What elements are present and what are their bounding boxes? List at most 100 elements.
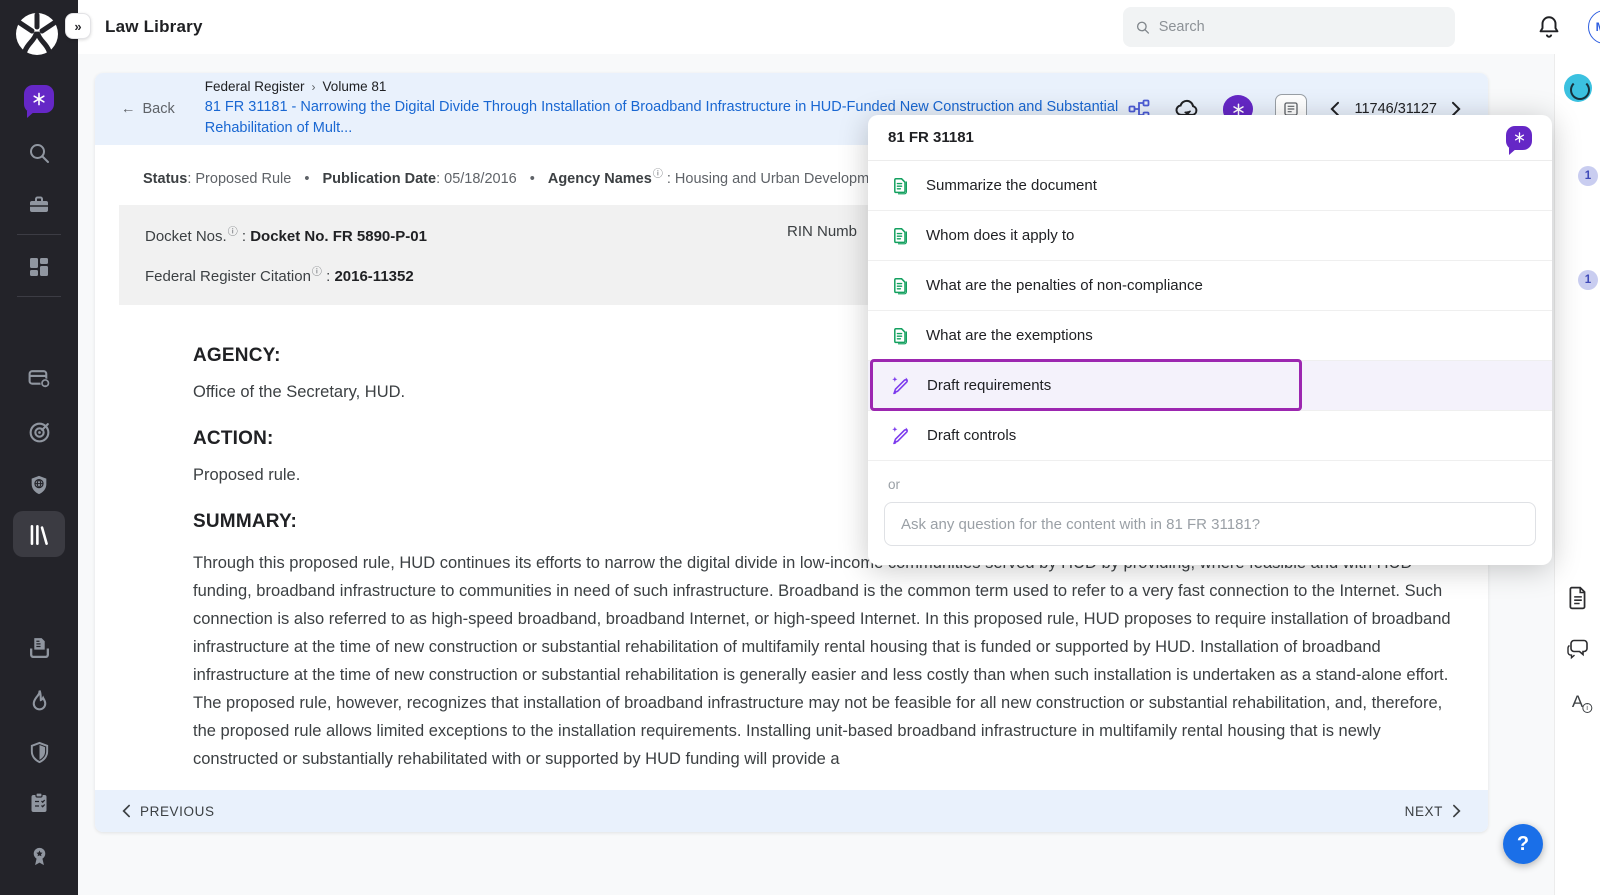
document-green-icon bbox=[890, 276, 910, 296]
breadcrumb: Federal Register › Volume 81 bbox=[205, 79, 1128, 94]
search-icon bbox=[27, 141, 51, 165]
target-icon bbox=[27, 420, 52, 445]
sidebar-item-subscriptions[interactable] bbox=[24, 363, 54, 393]
shield-globe-icon bbox=[28, 474, 50, 496]
previous-page-button[interactable]: PREVIOUS bbox=[121, 804, 215, 819]
flame-icon bbox=[27, 688, 52, 713]
chevron-right-icon bbox=[1452, 804, 1462, 818]
next-page-button[interactable]: NEXT bbox=[1405, 804, 1462, 819]
sidebar-divider bbox=[17, 234, 61, 235]
badge-ribbon-icon bbox=[28, 845, 51, 868]
status-label: Status bbox=[143, 171, 187, 187]
sidebar-expand-button[interactable]: » bbox=[65, 13, 91, 39]
info-icon[interactable]: ⓘ bbox=[653, 169, 663, 180]
document-green-icon bbox=[890, 176, 910, 196]
sidebar-item-certifications[interactable] bbox=[24, 841, 54, 871]
ai-prompt-popup: 81 FR 31181 Summarize the document Whom … bbox=[868, 115, 1552, 565]
prompt-label: Draft requirements bbox=[927, 377, 1051, 394]
sync-status-spinner-icon[interactable] bbox=[1564, 74, 1592, 102]
top-bar: Law Library MN bbox=[78, 0, 1600, 54]
search-input[interactable] bbox=[1159, 19, 1443, 35]
prompt-item-exemptions[interactable]: What are the exemptions bbox=[868, 311, 1552, 361]
back-button[interactable]: ← Back bbox=[121, 101, 175, 117]
document-green-icon bbox=[890, 326, 910, 346]
sidebar-item-goals[interactable] bbox=[24, 417, 54, 447]
agency-names-value: Housing and Urban Developmen bbox=[675, 171, 885, 187]
prompt-item-draft-requirements[interactable]: Draft requirements bbox=[868, 361, 1552, 411]
chevron-right-icon: › bbox=[312, 80, 316, 94]
sidebar-item-briefcase[interactable] bbox=[24, 190, 54, 220]
sidebar-item-ai-assistant[interactable] bbox=[24, 84, 54, 114]
ai-chat-bubble-icon bbox=[24, 85, 54, 113]
page-title: Law Library bbox=[105, 17, 203, 37]
docket-number-row: Docket Nos.ⓘ : Docket No. FR 5890-P-01 bbox=[145, 223, 427, 245]
back-arrow-icon: ← bbox=[121, 101, 136, 117]
sidebar-divider bbox=[17, 296, 61, 297]
document-pager-bar: PREVIOUS NEXT bbox=[95, 790, 1488, 832]
sidebar-item-law-library[interactable] bbox=[24, 520, 54, 550]
sidebar-item-risk-shield[interactable] bbox=[24, 737, 54, 767]
help-button[interactable]: ? bbox=[1503, 824, 1543, 864]
sidebar-item-global-compliance[interactable] bbox=[24, 470, 54, 500]
chevron-left-icon bbox=[121, 804, 131, 818]
user-avatar[interactable]: MN bbox=[1588, 10, 1600, 44]
citation-row: Federal Register Citationⓘ : 2016-11352 bbox=[145, 263, 414, 285]
sidebar-item-search[interactable] bbox=[24, 138, 54, 168]
rail-text-settings-icon[interactable]: Ai bbox=[1572, 692, 1583, 712]
citation-label: Federal Register Citation bbox=[145, 268, 311, 285]
or-separator-label: or bbox=[868, 461, 1552, 502]
sidebar-item-tasks[interactable] bbox=[24, 788, 54, 818]
prompt-item-penalties[interactable]: What are the penalties of non-compliance bbox=[868, 261, 1552, 311]
publication-date-label: Publication Date bbox=[322, 171, 436, 187]
breadcrumb-federal-register[interactable]: Federal Register bbox=[205, 79, 305, 94]
prompt-item-draft-controls[interactable]: Draft controls bbox=[868, 411, 1552, 461]
briefcase-icon bbox=[27, 193, 51, 217]
app-window: » Law Library MN ← Back Federal Register… bbox=[0, 0, 1600, 895]
sidebar-item-document-inbox[interactable] bbox=[24, 632, 54, 662]
shield-half-icon bbox=[28, 741, 51, 764]
document-green-icon bbox=[890, 226, 910, 246]
document-status-row: Status: Proposed Rule • Publication Date… bbox=[143, 165, 885, 187]
dashboard-grid-icon bbox=[27, 255, 51, 279]
popup-header: 81 FR 31181 bbox=[868, 115, 1552, 161]
sidebar-item-dashboard[interactable] bbox=[24, 252, 54, 282]
agency-names-label: Agency Names bbox=[548, 171, 652, 187]
card-notification-icon bbox=[27, 366, 52, 391]
left-sidebar bbox=[0, 0, 78, 895]
annotation-count-badge: 1 bbox=[1578, 270, 1598, 290]
next-label: NEXT bbox=[1405, 804, 1443, 819]
breadcrumb-volume[interactable]: Volume 81 bbox=[323, 79, 387, 94]
ai-chat-bubble-icon bbox=[1506, 126, 1532, 150]
rin-number-label: RIN Numb bbox=[787, 223, 857, 240]
prompt-label: Draft controls bbox=[927, 427, 1016, 444]
summary-text: Through this proposed rule, HUD continue… bbox=[193, 549, 1465, 773]
back-label: Back bbox=[143, 101, 175, 117]
sidebar-item-trending[interactable] bbox=[24, 685, 54, 715]
ask-question-input[interactable] bbox=[884, 502, 1536, 546]
docket-label: Docket Nos. bbox=[145, 228, 227, 245]
brand-logo-icon bbox=[9, 8, 65, 65]
rail-document-icon[interactable] bbox=[1567, 586, 1589, 615]
docket-value: Docket No. FR 5890-P-01 bbox=[250, 228, 427, 245]
previous-label: PREVIOUS bbox=[140, 804, 215, 819]
citation-value: 2016-11352 bbox=[334, 268, 413, 285]
library-books-icon bbox=[26, 522, 52, 548]
chevrons-right-icon: » bbox=[74, 19, 81, 34]
draft-pen-purple-icon bbox=[890, 425, 911, 446]
search-icon bbox=[1135, 19, 1151, 36]
status-value: Proposed Rule bbox=[195, 171, 291, 187]
rail-comments-icon[interactable] bbox=[1566, 638, 1590, 665]
prompt-item-whom-applies[interactable]: Whom does it apply to bbox=[868, 211, 1552, 261]
annotation-count-badge: 1 bbox=[1578, 166, 1598, 186]
global-search[interactable] bbox=[1123, 7, 1455, 47]
draft-pen-purple-icon bbox=[890, 375, 911, 396]
clipboard-check-icon bbox=[27, 791, 51, 815]
prompt-label: What are the exemptions bbox=[926, 327, 1093, 344]
popup-document-title: 81 FR 31181 bbox=[888, 129, 974, 146]
notifications-bell-icon[interactable] bbox=[1536, 14, 1562, 40]
prompt-item-summarize[interactable]: Summarize the document bbox=[868, 161, 1552, 211]
info-icon[interactable]: ⓘ bbox=[312, 267, 322, 278]
info-icon[interactable]: ⓘ bbox=[228, 227, 238, 238]
prompt-label: What are the penalties of non-compliance bbox=[926, 277, 1203, 294]
publication-date-value: 05/18/2016 bbox=[444, 171, 517, 187]
